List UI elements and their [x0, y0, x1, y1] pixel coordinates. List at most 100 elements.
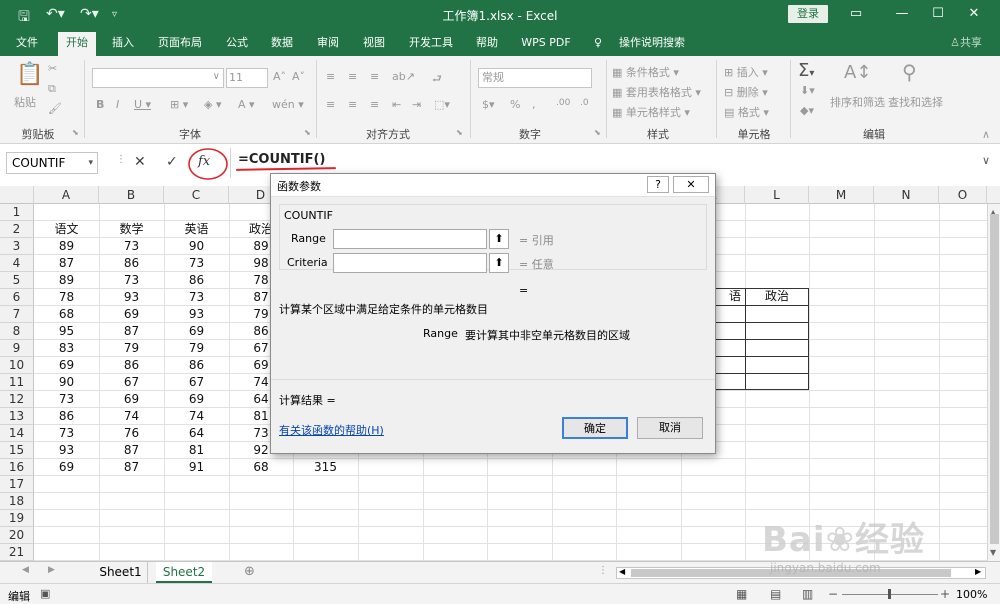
collapse-dialog-icon[interactable]: ⬆ [489, 253, 509, 273]
tell-me-search[interactable]: 操作说明搜索 [612, 30, 692, 56]
data-cell[interactable]: 89 [34, 238, 99, 255]
tab-wps-pdf[interactable]: WPS PDF [514, 30, 578, 56]
cancel-entry-icon[interactable]: ✕ [134, 154, 146, 170]
cut-icon[interactable]: ✂ [48, 62, 57, 75]
fill-icon[interactable]: ⬇▾ [800, 84, 815, 97]
row-header[interactable]: 16 [0, 459, 34, 476]
data-cell[interactable]: 73 [99, 238, 164, 255]
row-header[interactable]: 8 [0, 323, 34, 340]
data-cell[interactable]: 86 [164, 272, 229, 289]
tab-developer[interactable]: 开发工具 [402, 30, 460, 56]
column-header[interactable]: O [939, 186, 987, 204]
tab-view[interactable]: 视图 [354, 30, 394, 56]
row-header[interactable]: 18 [0, 493, 34, 510]
data-cell[interactable]: 76 [99, 425, 164, 442]
data-cell[interactable]: 68 [34, 306, 99, 323]
data-cell[interactable]: 67 [99, 374, 164, 391]
collapse-ribbon-icon[interactable]: ∧ [982, 128, 990, 141]
row-header[interactable]: 1 [0, 204, 34, 221]
data-cell[interactable]: 69 [34, 357, 99, 374]
insert-cells-button[interactable]: ⊞ 插入 ▾ [724, 64, 768, 80]
wrap-text-icon[interactable]: ⮐ [432, 70, 442, 89]
data-cell[interactable]: 86 [99, 357, 164, 374]
sort-filter-button[interactable]: 排序和筛选 [830, 94, 885, 110]
data-cell[interactable]: 86 [99, 255, 164, 272]
italic-icon[interactable]: I [116, 98, 119, 111]
close-button[interactable]: ✕ [962, 3, 986, 25]
merge-center-icon[interactable]: ⬚▾ [434, 98, 450, 111]
row-header[interactable]: 10 [0, 357, 34, 374]
header-cell[interactable]: 英语 [164, 221, 229, 238]
orientation-icon[interactable]: ab↗ [392, 70, 415, 83]
tab-page-layout[interactable]: 页面布局 [150, 30, 210, 56]
align-middle-icon[interactable]: ≡ [348, 70, 357, 83]
login-button[interactable]: 登录 [788, 5, 828, 23]
scroll-right-icon[interactable]: ▶ [975, 567, 981, 576]
underline-icon[interactable]: U ▾ [134, 98, 151, 111]
data-cell[interactable]: 73 [99, 272, 164, 289]
data-cell[interactable]: 93 [34, 442, 99, 459]
conditional-format-button[interactable]: ▦ 条件格式 ▾ [612, 64, 679, 80]
row-header[interactable]: 15 [0, 442, 34, 459]
tab-insert[interactable]: 插入 [104, 30, 142, 56]
row-header[interactable]: 12 [0, 391, 34, 408]
sheet-tab-sheet2[interactable]: Sheet2 [156, 562, 212, 583]
scroll-thumb[interactable] [990, 214, 999, 544]
paste-icon[interactable]: 📋 [16, 62, 43, 87]
column-header[interactable]: M [809, 186, 874, 204]
data-cell[interactable]: 67 [164, 374, 229, 391]
minimize-button[interactable]: — [890, 3, 914, 25]
data-cell[interactable]: 69 [99, 391, 164, 408]
share-button[interactable]: ♙共享 [940, 30, 992, 56]
name-box[interactable]: COUNTIF ▾ [6, 152, 98, 174]
dialog-launcher-icon[interactable]: ⬊ [456, 128, 463, 137]
header-cell[interactable]: 数学 [99, 221, 164, 238]
data-cell[interactable]: 73 [164, 255, 229, 272]
find-select-icon[interactable]: ⚲ [902, 60, 917, 84]
data-cell[interactable]: 90 [34, 374, 99, 391]
font-color-icon[interactable]: A ▾ [238, 98, 255, 111]
data-cell[interactable]: 95 [34, 323, 99, 340]
row-header[interactable]: 5 [0, 272, 34, 289]
data-cell[interactable]: 93 [99, 289, 164, 306]
data-cell[interactable]: 69 [164, 391, 229, 408]
row-header[interactable]: 7 [0, 306, 34, 323]
data-cell[interactable]: 91 [164, 459, 229, 476]
tab-data[interactable]: 数据 [262, 30, 302, 56]
ribbon-display-icon[interactable]: ▭ [844, 3, 868, 25]
row-header[interactable]: 9 [0, 340, 34, 357]
maximize-button[interactable]: ☐ [926, 3, 950, 25]
zoom-slider-thumb[interactable] [888, 589, 891, 599]
row-header[interactable]: 17 [0, 476, 34, 493]
data-cell[interactable]: 87 [99, 459, 164, 476]
function-help-link[interactable]: 有关该函数的帮助(H) [279, 422, 384, 438]
bold-icon[interactable]: B [96, 98, 104, 111]
dialog-launcher-icon[interactable]: ⬊ [594, 128, 601, 137]
autosum-icon[interactable]: Σ▾ [798, 60, 814, 81]
increase-indent-icon[interactable]: ⇥ [412, 98, 421, 111]
ok-button[interactable]: 确定 [562, 417, 628, 439]
copy-icon[interactable]: ⧉ [48, 82, 56, 96]
row-header[interactable]: 19 [0, 510, 34, 527]
data-cell[interactable]: 93 [164, 306, 229, 323]
comma-icon[interactable]: , [532, 98, 536, 111]
normal-view-icon[interactable]: ▦ [736, 587, 747, 601]
data-cell[interactable]: 69 [99, 306, 164, 323]
border-icon[interactable]: ⊞ ▾ [170, 98, 188, 111]
data-cell[interactable]: 73 [34, 425, 99, 442]
row-header[interactable]: 2 [0, 221, 34, 238]
range-input[interactable] [333, 229, 487, 249]
row-header[interactable]: 21 [0, 544, 34, 561]
align-bottom-icon[interactable]: ≡ [370, 70, 379, 83]
row-header[interactable]: 6 [0, 289, 34, 306]
dialog-launcher-icon[interactable]: ⬊ [72, 128, 79, 137]
find-select-button[interactable]: 查找和选择 [888, 94, 943, 110]
row-header[interactable]: 4 [0, 255, 34, 272]
row-header[interactable]: 13 [0, 408, 34, 425]
data-cell[interactable]: 79 [99, 340, 164, 357]
data-cell[interactable]: 87 [99, 442, 164, 459]
prev-sheet-icon[interactable]: ◀ [22, 565, 29, 575]
data-cell[interactable]: 74 [164, 408, 229, 425]
data-cell[interactable]: 74 [99, 408, 164, 425]
column-header[interactable]: L [745, 186, 809, 204]
